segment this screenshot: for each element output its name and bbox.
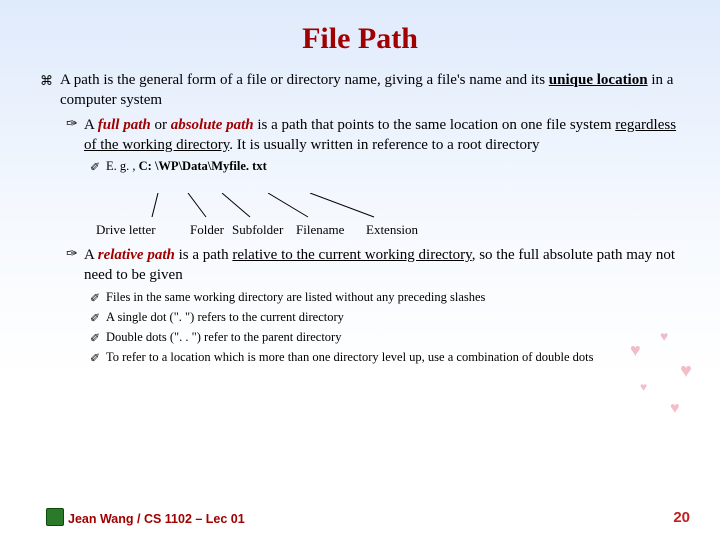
lbl-subfolder: Subfolder [232, 221, 283, 239]
slide-body: ⌘ A path is the general form of a file o… [0, 70, 720, 366]
bullet-icon: ✐ [90, 349, 106, 366]
example-path: C: \WP\Data\Myfile. txt [139, 159, 267, 173]
t: A [84, 117, 98, 133]
bullet-main-text: A path is the general form of a file or … [60, 70, 680, 111]
decorative-hearts: ♥ ♥ ♥ ♥ ♥ [620, 330, 710, 450]
bullet-icon: ✑ [66, 115, 84, 156]
lbl-drive: Drive letter [96, 221, 156, 239]
t: E. g. , [106, 159, 139, 173]
logo-icon [46, 508, 64, 526]
example-line: ✐ E. g. , C: \WP\Data\Myfile. txt [90, 158, 680, 175]
slide-footer: Jean Wang / CS 1102 – Lec 01 20 [46, 508, 690, 526]
bullet-icon: ✑ [66, 245, 84, 286]
t: or [151, 117, 171, 133]
path-diagram: Drive letter Folder Subfolder Filename E… [112, 179, 680, 241]
note-item: ✐Double dots (". . ") refer to the paren… [90, 329, 680, 346]
lbl-extension: Extension [366, 221, 418, 239]
t: A single dot (". ") refers to the curren… [106, 309, 344, 326]
lbl-folder: Folder [190, 221, 224, 239]
t: relative to the current working director… [232, 247, 471, 263]
t: . It is usually written in reference to … [229, 137, 539, 153]
bullet-icon: ✐ [90, 309, 106, 326]
example-text: E. g. , C: \WP\Data\Myfile. txt [106, 158, 267, 175]
bullet-relpath: ✑ A relative path is a path relative to … [66, 245, 680, 286]
page-number: 20 [673, 509, 690, 526]
bullet-icon: ✐ [90, 158, 106, 175]
t: Double dots (". . ") refer to the parent… [106, 329, 341, 346]
t: unique location [549, 72, 648, 88]
t: A path is the general form of a file or … [60, 72, 549, 88]
t: Files in the same working directory are … [106, 289, 485, 306]
bullet-icon: ✐ [90, 329, 106, 346]
t: To refer to a location which is more tha… [106, 349, 594, 366]
note-item: ✐Files in the same working directory are… [90, 289, 680, 306]
t: A full path or absolute path is a path t… [84, 115, 680, 156]
note-item: ✐To refer to a location which is more th… [90, 349, 680, 366]
t: A [84, 247, 98, 263]
t: is a path [175, 247, 233, 263]
t: A relative path is a path relative to th… [84, 245, 680, 286]
t: full path [98, 117, 151, 133]
t: absolute path [171, 117, 254, 133]
bullet-icon: ⌘ [40, 70, 60, 111]
t: relative path [98, 247, 175, 263]
lbl-filename: Filename [296, 221, 344, 239]
bullet-icon: ✐ [90, 289, 106, 306]
slide-title: File Path [0, 0, 720, 70]
note-item: ✐A single dot (". ") refers to the curre… [90, 309, 680, 326]
bullet-main: ⌘ A path is the general form of a file o… [40, 70, 680, 111]
t: is a path that points to the same locati… [254, 117, 616, 133]
bullet-fullpath: ✑ A full path or absolute path is a path… [66, 115, 680, 156]
footer-text: Jean Wang / CS 1102 – Lec 01 [68, 512, 245, 526]
diagram-arrows [150, 193, 410, 223]
